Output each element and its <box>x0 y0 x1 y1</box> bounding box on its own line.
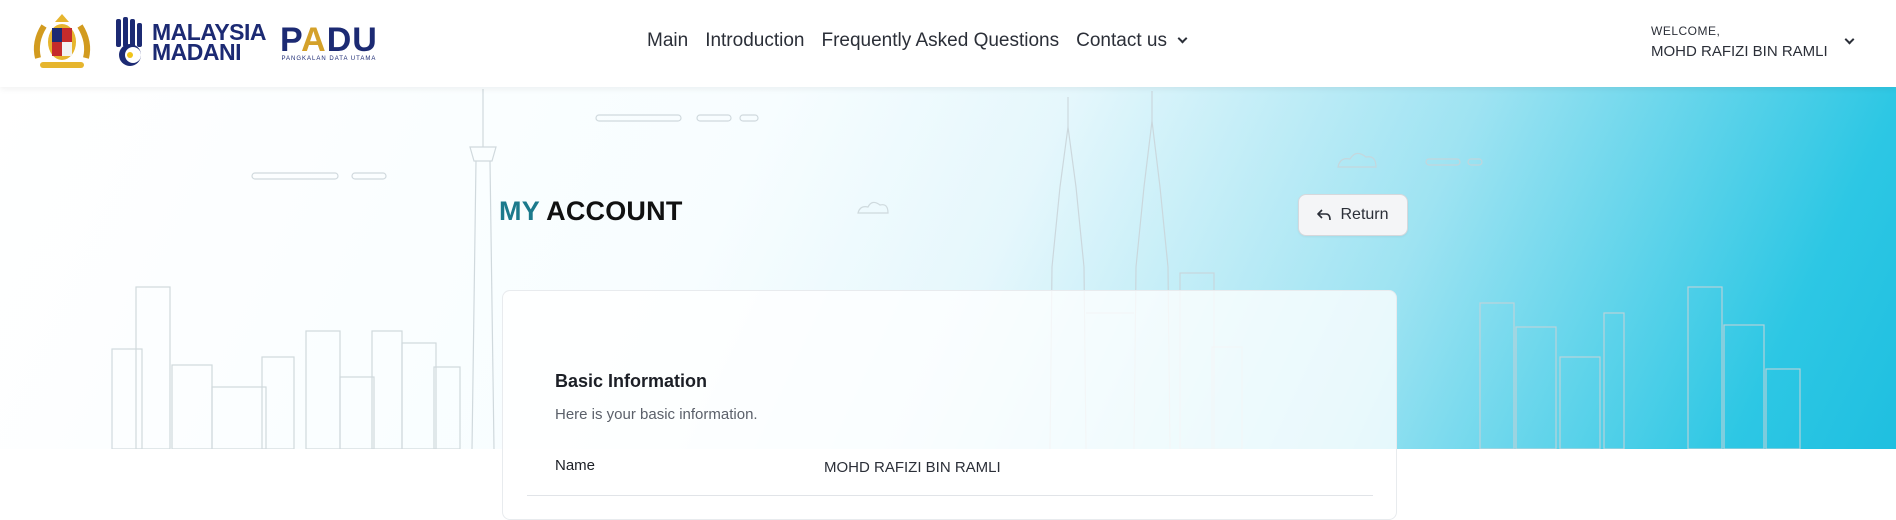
page-title: MY ACCOUNT <box>499 196 683 227</box>
coat-of-arms-icon[interactable] <box>24 12 100 72</box>
card-heading: Basic Information <box>555 371 708 391</box>
return-button[interactable]: Return <box>1298 194 1408 236</box>
padu-wordmark: PADU <box>280 20 378 59</box>
card-header: Basic Information Here is your basic inf… <box>555 371 758 423</box>
madani-wordmark: MALAYSIA MADANI <box>152 21 267 65</box>
nav-item-main[interactable]: Main <box>647 30 688 52</box>
main-nav: Main Introduction Frequently Asked Quest… <box>647 30 1188 52</box>
name-value: MOHD RAFIZI BIN RAMLI <box>824 459 1001 476</box>
nav-item-faq[interactable]: Frequently Asked Questions <box>821 30 1059 52</box>
chevron-down-icon[interactable] <box>1177 33 1188 44</box>
row-divider <box>527 495 1373 496</box>
user-menu[interactable]: WELCOME, MOHD RAFIZI BIN RAMLI <box>1651 24 1828 60</box>
logo-group: MALAYSIA MADANI PADU PANGKALAN DATA UTAM… <box>24 12 378 72</box>
basic-information-card: Basic Information Here is your basic inf… <box>502 290 1397 520</box>
user-name: MOHD RAFIZI BIN RAMLI <box>1651 43 1828 60</box>
page-title-highlight: MY <box>499 196 540 226</box>
padu-subtitle: PANGKALAN DATA UTAMA <box>281 55 377 62</box>
return-button-label: Return <box>1340 206 1389 223</box>
top-navbar: MALAYSIA MADANI PADU PANGKALAN DATA UTAM… <box>0 0 1896 87</box>
user-menu-chevron-down-icon[interactable] <box>1844 34 1855 45</box>
name-label: Name <box>555 457 596 474</box>
madani-text-line-2: MADANI <box>152 39 242 65</box>
nav-item-introduction[interactable]: Introduction <box>705 30 804 52</box>
page-title-rest: ACCOUNT <box>546 196 683 226</box>
welcome-label: WELCOME, <box>1651 24 1721 38</box>
card-subheading: Here is your basic information. <box>555 406 758 423</box>
madani-emblem-icon <box>116 17 142 66</box>
padu-logo[interactable]: PADU PANGKALAN DATA UTAMA <box>280 23 378 62</box>
malaysia-madani-logo[interactable]: MALAYSIA MADANI <box>114 17 267 67</box>
nav-item-contact-us[interactable]: Contact us <box>1076 30 1167 52</box>
return-arrow-icon <box>1317 209 1332 221</box>
